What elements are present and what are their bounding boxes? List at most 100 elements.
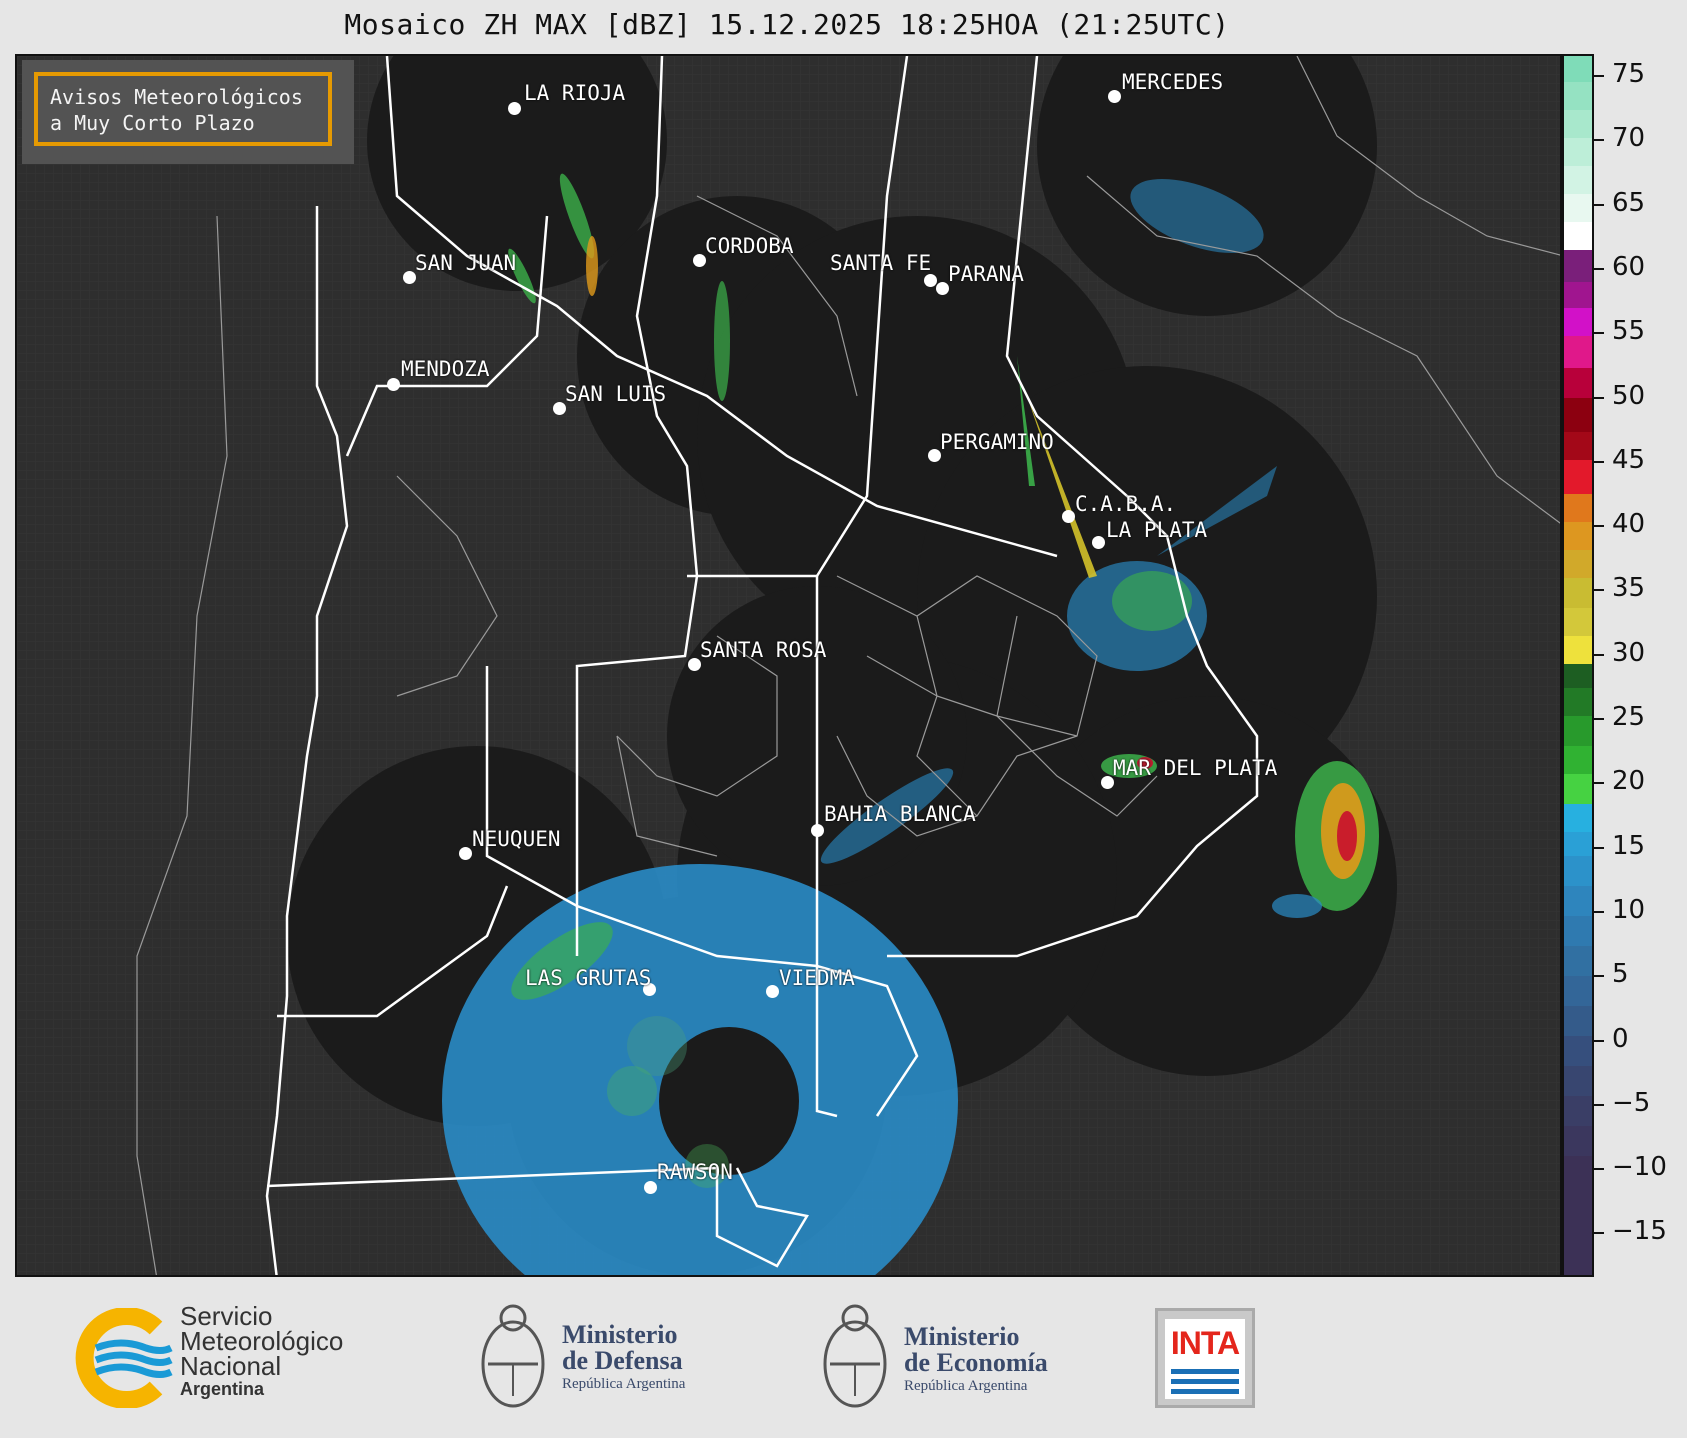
defensa-seal-icon: [481, 1304, 545, 1408]
colorbar-band: [1564, 976, 1592, 1006]
defensa-text: Ministerio de Defensa República Argentin…: [562, 1322, 685, 1394]
colorbar-band: [1564, 432, 1592, 460]
city-label-pergamino: PERGAMINO: [940, 430, 1054, 454]
colorbar-tick-mark: [1594, 396, 1604, 399]
colorbar-band: [1564, 336, 1592, 368]
colorbar-tick-mark: [1594, 975, 1604, 978]
city-dot-neuquen[interactable]: [459, 847, 472, 860]
city-dot-mercedes[interactable]: [1108, 90, 1121, 103]
colorbar-tick-mark: [1594, 203, 1604, 206]
colorbar-tick-mark: [1594, 846, 1604, 849]
colorbar-band: [1564, 138, 1592, 166]
map-title: Mosaico ZH MAX [dBZ] 15.12.2025 18:25HOA…: [344, 8, 1230, 41]
city-dot-rawson[interactable]: [644, 1181, 657, 1194]
colorbar-band: [1564, 194, 1592, 222]
colorbar-tick-mark: [1594, 1232, 1604, 1235]
colorbar-tick-label: 50: [1612, 380, 1646, 411]
city-label-cordoba: CORDOBA: [705, 234, 794, 258]
colorbar-band: [1564, 688, 1592, 716]
colorbar-band: [1564, 1096, 1592, 1126]
inta-logo: INTA: [1155, 1308, 1255, 1408]
city-label-parana: PARANA: [948, 262, 1024, 286]
colorbar-tick-mark: [1594, 267, 1604, 270]
colorbar-band: [1564, 716, 1592, 746]
colorbar-tick-label: 45: [1612, 444, 1646, 475]
city-label-mendoza: MENDOZA: [401, 357, 490, 381]
colorbar-band: [1564, 308, 1592, 336]
economia-line-2: de Economía: [904, 1348, 1048, 1377]
city-label-bahia-blanca: BAHIA BLANCA: [824, 802, 976, 826]
smn-line-3: Nacional: [180, 1351, 282, 1381]
colorbar-tick-label: 5: [1612, 959, 1629, 990]
colorbar-band: [1564, 916, 1592, 946]
colorbar-tick-label: 65: [1612, 187, 1646, 218]
colorbar-tick-label: −10: [1612, 1152, 1667, 1183]
notice-line-1: Avisos Meteorológicos: [50, 85, 303, 109]
colorbar-tick-label: 10: [1612, 894, 1646, 925]
colorbar-band: [1564, 398, 1592, 432]
city-dot-la-rioja[interactable]: [508, 102, 521, 115]
colorbar-band: [1564, 82, 1592, 110]
colorbar-tick-label: 30: [1612, 637, 1646, 668]
inta-stripe-1: [1171, 1369, 1239, 1374]
colorbar-tick-label: 55: [1612, 316, 1646, 347]
colorbar-tick-mark: [1594, 653, 1604, 656]
colorbar-tick-label: 40: [1612, 509, 1646, 540]
inta-logo-text: INTA: [1170, 1325, 1240, 1361]
city-dot-bahia-blanca[interactable]: [811, 824, 824, 837]
economia-seal-icon: [823, 1304, 887, 1408]
city-dot-mendoza[interactable]: [387, 378, 400, 391]
colorbar-tick-mark: [1594, 1039, 1604, 1042]
city-dot-la-plata[interactable]: [1092, 536, 1105, 549]
defensa-line-2: de Defensa: [562, 1346, 683, 1375]
city-label-mar-del-plata: MAR DEL PLATA: [1113, 756, 1278, 780]
colorbar-band: [1564, 494, 1592, 522]
radar-map[interactable]: LA RIOJA MERCEDES SAN JUAN CORDOBA SANTA…: [15, 54, 1562, 1277]
colorbar-band: [1564, 1036, 1592, 1066]
notice-frame: Avisos Meteorológicos a Muy Corto Plazo: [34, 72, 332, 146]
inta-logo-inner: INTA: [1165, 1319, 1245, 1399]
city-label-neuquen: NEUQUEN: [472, 827, 561, 851]
colorbar-tick-label: 25: [1612, 702, 1646, 732]
colorbar-tick-mark: [1594, 139, 1604, 142]
colorbar-tick-mark: [1594, 1168, 1604, 1171]
city-label-san-luis: SAN LUIS: [565, 382, 667, 406]
colorbar-band: [1564, 1066, 1592, 1096]
colorbar-tick-mark: [1594, 589, 1604, 592]
economia-text: Ministerio de Economía República Argenti…: [904, 1324, 1048, 1396]
colorbar-tick-mark: [1594, 75, 1604, 77]
colorbar-band: [1564, 946, 1592, 976]
defensa-line-3: República Argentina: [562, 1376, 686, 1392]
city-label-santa-rosa: SANTA ROSA: [700, 638, 827, 662]
colorbar-tick-label: 75: [1612, 59, 1646, 89]
inta-stripe-2: [1171, 1379, 1239, 1384]
colorbar-band: [1564, 832, 1592, 856]
colorbar-band: [1564, 166, 1592, 194]
colorbar-band: [1564, 856, 1592, 886]
colorbar-band: [1564, 886, 1592, 916]
city-dot-santa-fe[interactable]: [924, 274, 937, 287]
colorbar-tick-mark: [1594, 718, 1604, 720]
city-label-caba: C.A.B.A.: [1075, 492, 1177, 516]
colorbar-tick-label: −5: [1612, 1087, 1651, 1118]
city-dot-caba[interactable]: [1062, 510, 1075, 523]
colorbar-band: [1564, 222, 1592, 250]
colorbar-band: [1564, 608, 1592, 636]
colorbar-band: [1564, 664, 1592, 688]
colorbar-band: [1564, 774, 1592, 804]
colorbar-tick-label: −15: [1612, 1216, 1667, 1247]
colorbar-tick-mark: [1594, 460, 1604, 463]
economia-line-3: República Argentina: [904, 1378, 1028, 1394]
economia-line-1: Ministerio: [904, 1322, 1020, 1351]
city-label-la-plata: LA PLATA: [1106, 518, 1208, 542]
city-label-san-juan: SAN JUAN: [415, 251, 517, 275]
colorbar-tick-label: 35: [1612, 573, 1646, 604]
colorbar-tick-mark: [1594, 525, 1604, 528]
city-dot-viedma[interactable]: [766, 985, 779, 998]
dbz-colorbar: [1562, 54, 1594, 1277]
colorbar-band: [1564, 636, 1592, 664]
colorbar-gradient: [1564, 56, 1592, 1275]
inta-stripe-3: [1171, 1389, 1239, 1394]
colorbar-tick-label: 15: [1612, 830, 1646, 861]
colorbar-band: [1564, 1006, 1592, 1036]
